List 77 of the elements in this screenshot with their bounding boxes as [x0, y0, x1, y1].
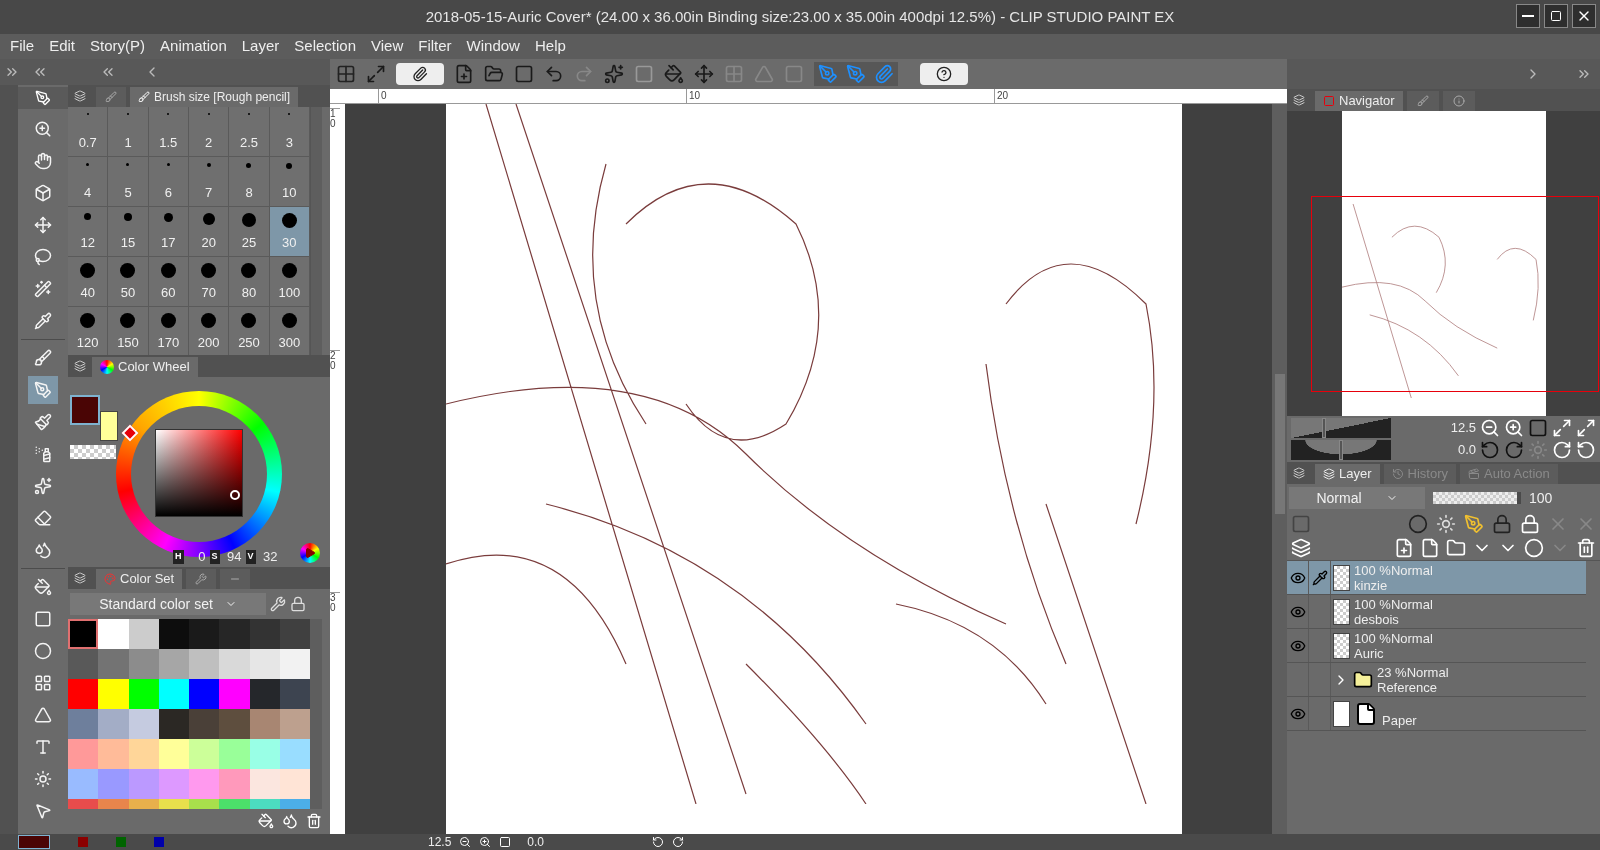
- menu-item[interactable]: Edit: [42, 35, 83, 58]
- layer-blend: 100 %Normal: [1354, 596, 1433, 612]
- status-rotation: 0.0: [527, 834, 545, 850]
- menu-item[interactable]: Help: [527, 35, 573, 58]
- hue-value: 0: [197, 548, 206, 566]
- menu-item[interactable]: Animation: [153, 35, 234, 58]
- brush-size-cell[interactable]: 4: [68, 157, 109, 207]
- menu-item[interactable]: Window: [459, 35, 527, 58]
- brush-size-cell[interactable]: 70: [189, 257, 230, 307]
- layer-name: Auric: [1354, 645, 1385, 661]
- layer-row[interactable]: 100 %Normal Auric: [1287, 629, 1586, 663]
- brush-size-cell[interactable]: 100: [269, 257, 310, 307]
- ruler-label: 20: [330, 350, 340, 592]
- panel-tab[interactable]: Layer: [1315, 464, 1380, 484]
- layer-name: desbois: [1354, 611, 1400, 627]
- zoom-value: 12.5: [1450, 419, 1476, 438]
- window-title: 2018-05-15-Auric Cover* (24.00 x 36.00in Binding size:23.00 x 35.00in 400dpi 12.5%) - CLIP STUDIO PAINT EX: [425, 6, 1175, 27]
- brush-size-cell[interactable]: 5: [108, 157, 149, 207]
- color-set-tab[interactable]: Color Set: [96, 569, 183, 589]
- menu-item[interactable]: View: [364, 35, 411, 58]
- ruler-label: 0: [378, 89, 686, 103]
- brush-size-cell[interactable]: 1.5: [148, 107, 189, 157]
- layer-blend: 100 %Normal: [1354, 630, 1433, 646]
- brush-size-cell[interactable]: 150: [108, 307, 149, 355]
- brush-size-cell[interactable]: 3: [269, 107, 310, 157]
- status-zoom: 12.5: [428, 834, 452, 850]
- layer-row[interactable]: 23 %Normal Reference: [1287, 663, 1586, 697]
- brush-size-cell[interactable]: 200: [189, 307, 230, 355]
- menu-item[interactable]: Selection: [287, 35, 363, 58]
- brush-size-cell[interactable]: 6: [148, 157, 189, 207]
- menu-item[interactable]: Layer: [234, 35, 287, 58]
- blend-mode-dropdown[interactable]: Normal: [1289, 487, 1425, 509]
- saturation-label: S: [209, 550, 220, 564]
- brush-size-cell[interactable]: 8: [229, 157, 270, 207]
- brush-size-cell[interactable]: 300: [269, 307, 310, 355]
- brush-size-cell[interactable]: 7: [189, 157, 230, 207]
- menu-item[interactable]: Story(P): [83, 35, 153, 58]
- opacity-value: 100: [1529, 488, 1553, 508]
- color-wheel-tab[interactable]: Color Wheel: [92, 357, 198, 377]
- menu-item[interactable]: File: [3, 35, 42, 58]
- layer-row[interactable]: Paper: [1287, 697, 1586, 731]
- brush-size-cell[interactable]: 120: [68, 307, 109, 355]
- menu-item[interactable]: Filter: [411, 35, 459, 58]
- brush-size-cell[interactable]: 0.7: [68, 107, 109, 157]
- layer-row[interactable]: 100 %Normal desbois: [1287, 595, 1586, 629]
- layer-name: Paper: [1382, 711, 1417, 730]
- brush-size-cell[interactable]: 40: [68, 257, 109, 307]
- value-label: V: [245, 550, 256, 564]
- brush-size-cell[interactable]: 15: [108, 207, 149, 257]
- value-value: 32: [262, 548, 278, 566]
- brush-size-cell[interactable]: 17: [148, 207, 189, 257]
- saturation-value: 94: [226, 548, 242, 566]
- brush-size-cell[interactable]: 25: [229, 207, 270, 257]
- layer-name: kinzie: [1354, 577, 1389, 593]
- brush-size-cell[interactable]: 80: [229, 257, 270, 307]
- brush-size-cell[interactable]: 10: [269, 157, 310, 207]
- color-set-dropdown[interactable]: Standard color set: [70, 593, 266, 615]
- brush-size-cell[interactable]: 250: [229, 307, 270, 355]
- brush-size-tab[interactable]: Brush size [Rough pencil]: [130, 87, 299, 107]
- brush-size-cell[interactable]: 50: [108, 257, 149, 307]
- layer-blend: 23 %Normal: [1377, 664, 1449, 680]
- ruler-label: 10: [686, 89, 994, 103]
- brush-size-cell[interactable]: 2: [189, 107, 230, 157]
- brush-size-cell[interactable]: 60: [148, 257, 189, 307]
- brush-size-cell[interactable]: 12: [68, 207, 109, 257]
- brush-size-cell[interactable]: 2.5: [229, 107, 270, 157]
- brush-size-cell[interactable]: 30: [269, 207, 310, 257]
- layer-name: Reference: [1377, 679, 1438, 695]
- brush-size-cell[interactable]: 170: [148, 307, 189, 355]
- ruler-label: 10: [330, 108, 340, 350]
- layer-row[interactable]: 100 %Normal kinzie: [1287, 561, 1586, 595]
- brush-size-cell[interactable]: 1: [108, 107, 149, 157]
- navigator-tab[interactable]: Navigator: [1315, 91, 1403, 111]
- rotation-value: 0.0: [1457, 441, 1476, 460]
- hue-label: H: [173, 550, 184, 564]
- layer-blend: 100 %Normal: [1354, 562, 1433, 578]
- brush-size-cell[interactable]: 20: [189, 207, 230, 257]
